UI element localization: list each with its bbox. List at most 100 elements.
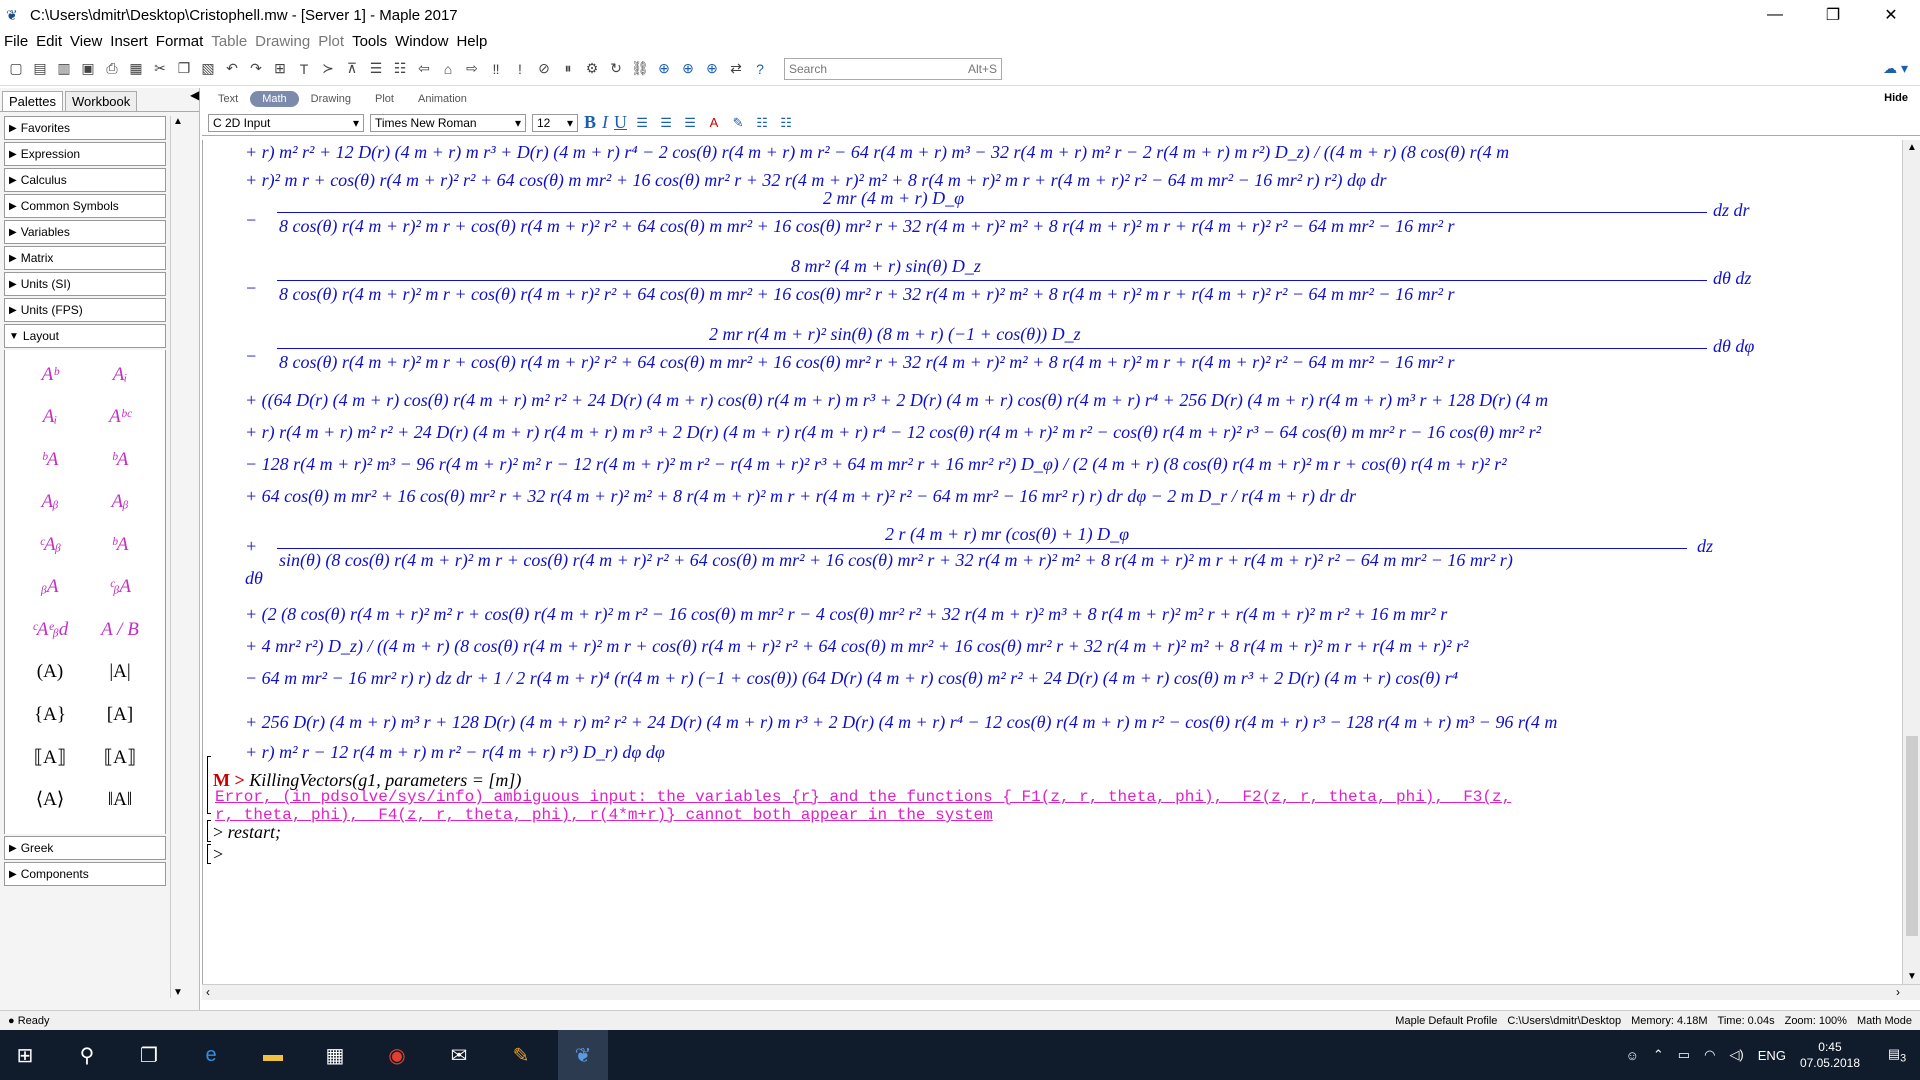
- paste-icon[interactable]: ▧: [198, 59, 218, 79]
- collapse-sidebar-icon[interactable]: ◀: [190, 88, 199, 102]
- redo-icon[interactable]: ↷: [246, 59, 266, 79]
- palette-calculus[interactable]: ▶ Calculus: [4, 168, 166, 192]
- cloud-icon[interactable]: ☁ ▾: [1883, 60, 1908, 77]
- mode-animation[interactable]: Animation: [418, 93, 467, 105]
- sidebar-scrollbar[interactable]: ▲ ▼: [170, 116, 186, 998]
- palette-common-symbols[interactable]: ▶ Common Symbols: [4, 194, 166, 218]
- scroll-right-icon[interactable]: ›: [1896, 985, 1900, 999]
- layout-item[interactable]: Aᵇᶜ: [85, 401, 155, 434]
- scroll-left-icon[interactable]: ‹: [206, 985, 210, 999]
- align-left-icon[interactable]: ☰: [633, 114, 651, 132]
- palette-favorites[interactable]: ▶ Favorites: [4, 116, 166, 140]
- windows-start-icon[interactable]: ⊞: [0, 1030, 50, 1080]
- insert-section-icon[interactable]: ⊼: [342, 59, 362, 79]
- underline-button[interactable]: U: [614, 112, 627, 133]
- menu-insert[interactable]: Insert: [110, 33, 148, 50]
- palette-matrix[interactable]: ▶ Matrix: [4, 246, 166, 270]
- worksheet-vertical-scrollbar[interactable]: ▲ ▼: [1902, 140, 1920, 984]
- execution-group-bracket[interactable]: [207, 756, 211, 814]
- layout-item[interactable]: ᵇA: [15, 443, 85, 476]
- save-icon[interactable]: ▣: [78, 59, 98, 79]
- menu-format[interactable]: Format: [156, 33, 204, 50]
- forward-icon[interactable]: ⇨: [462, 59, 482, 79]
- layout-item[interactable]: ⟦A⟧: [85, 741, 155, 774]
- menu-help[interactable]: Help: [456, 33, 487, 50]
- scroll-down-icon[interactable]: ▼: [1907, 971, 1917, 982]
- palette-units-si[interactable]: ▶ Units (SI): [4, 272, 166, 296]
- print-icon[interactable]: ⎙: [102, 59, 122, 79]
- settings-icon[interactable]: ⚙: [582, 59, 602, 79]
- mode-plot[interactable]: Plot: [375, 93, 394, 105]
- open-icon[interactable]: ▤: [30, 59, 50, 79]
- stop-icon[interactable]: ⊘: [534, 59, 554, 79]
- outdent-icon[interactable]: ☷: [390, 59, 410, 79]
- maple-taskbar-icon[interactable]: ❦: [558, 1030, 608, 1080]
- paint-icon[interactable]: ✎: [496, 1030, 546, 1080]
- scroll-thumb[interactable]: [1906, 736, 1918, 936]
- palette-units-fps[interactable]: ▶ Units (FPS): [4, 298, 166, 322]
- store-icon[interactable]: ▦: [310, 1030, 360, 1080]
- palette-expression[interactable]: ▶ Expression: [4, 142, 166, 166]
- menu-tools[interactable]: Tools: [352, 33, 387, 50]
- worksheet-horizontal-scrollbar[interactable]: ‹ ›: [202, 984, 1920, 1000]
- indent-icon[interactable]: ☰: [366, 59, 386, 79]
- menu-table[interactable]: Table: [211, 33, 247, 50]
- cut-icon[interactable]: ✂: [150, 59, 170, 79]
- bold-button[interactable]: B: [584, 112, 596, 133]
- home-icon[interactable]: ⌂: [438, 59, 458, 79]
- tab-workbook[interactable]: Workbook: [64, 91, 138, 111]
- command-input-restart[interactable]: > restart;: [213, 822, 281, 843]
- bullet-list-icon[interactable]: ☷: [753, 114, 771, 132]
- tab-palettes[interactable]: Palettes: [2, 91, 63, 111]
- execute-icon[interactable]: !: [510, 59, 530, 79]
- layout-item[interactable]: ᵇA: [85, 443, 155, 476]
- palette-greek[interactable]: ▶ Greek: [4, 836, 166, 860]
- scroll-down-icon[interactable]: ▼: [173, 987, 183, 998]
- palette-layout[interactable]: ▼ Layout: [4, 324, 166, 348]
- debug-icon[interactable]: ⏸: [558, 59, 578, 79]
- people-icon[interactable]: ☺: [1626, 1048, 1639, 1063]
- volume-icon[interactable]: ◁): [1729, 1047, 1743, 1063]
- layout-item[interactable]: [A]: [85, 698, 155, 731]
- insert-math-icon[interactable]: ⊞: [270, 59, 290, 79]
- layout-item[interactable]: Aᵦ: [85, 486, 155, 519]
- hide-toolbar-button[interactable]: Hide: [1884, 92, 1908, 104]
- highlight-icon[interactable]: ✎: [729, 114, 747, 132]
- layout-item[interactable]: A / B: [85, 613, 155, 646]
- layout-item[interactable]: ᶜAᵦ: [15, 528, 85, 561]
- scroll-up-icon[interactable]: ▲: [1907, 142, 1917, 153]
- menu-plot[interactable]: Plot: [318, 33, 344, 50]
- zoom-200-icon[interactable]: ⊕: [702, 59, 722, 79]
- new-document-icon[interactable]: ▢: [6, 59, 26, 79]
- text-color-icon[interactable]: A: [705, 114, 723, 132]
- edge-browser-icon[interactable]: e: [186, 1030, 236, 1080]
- empty-command-prompt[interactable]: >: [213, 844, 223, 865]
- layout-item[interactable]: Aᵇ: [15, 358, 85, 391]
- mail-icon[interactable]: ✉: [434, 1030, 484, 1080]
- restart-icon[interactable]: ↻: [606, 59, 626, 79]
- input-mode-select[interactable]: C 2D Input ▾: [208, 113, 364, 132]
- mode-text[interactable]: Text: [218, 93, 238, 105]
- search-input[interactable]: Search Alt+S: [784, 57, 1002, 80]
- layout-item[interactable]: Aᵢ: [15, 401, 85, 434]
- link-icon[interactable]: ⛓: [630, 59, 650, 79]
- undo-icon[interactable]: ↶: [222, 59, 242, 79]
- font-select[interactable]: Times New Roman ▾: [370, 113, 526, 132]
- zoom-100-icon[interactable]: ⊕: [654, 59, 674, 79]
- language-indicator[interactable]: ENG: [1758, 1048, 1786, 1063]
- font-size-select[interactable]: 12 ▾: [532, 113, 578, 132]
- execute-all-icon[interactable]: ‼: [486, 59, 506, 79]
- menu-edit[interactable]: Edit: [36, 33, 62, 50]
- menu-file[interactable]: File: [4, 33, 28, 50]
- search-icon[interactable]: ⚲: [62, 1030, 112, 1080]
- numbered-list-icon[interactable]: ☷: [777, 114, 795, 132]
- wifi-icon[interactable]: ◠: [1704, 1047, 1715, 1063]
- align-center-icon[interactable]: ☰: [657, 114, 675, 132]
- layout-item[interactable]: ᶜᵦA: [85, 571, 155, 604]
- palette-components[interactable]: ▶ Components: [4, 862, 166, 886]
- insert-prompt-icon[interactable]: ≻: [318, 59, 338, 79]
- execution-group-bracket[interactable]: [207, 844, 211, 864]
- minimize-button[interactable]: —: [1746, 0, 1804, 30]
- layout-item[interactable]: ⟦A⟧: [15, 741, 85, 774]
- print-preview-icon[interactable]: ▦: [126, 59, 146, 79]
